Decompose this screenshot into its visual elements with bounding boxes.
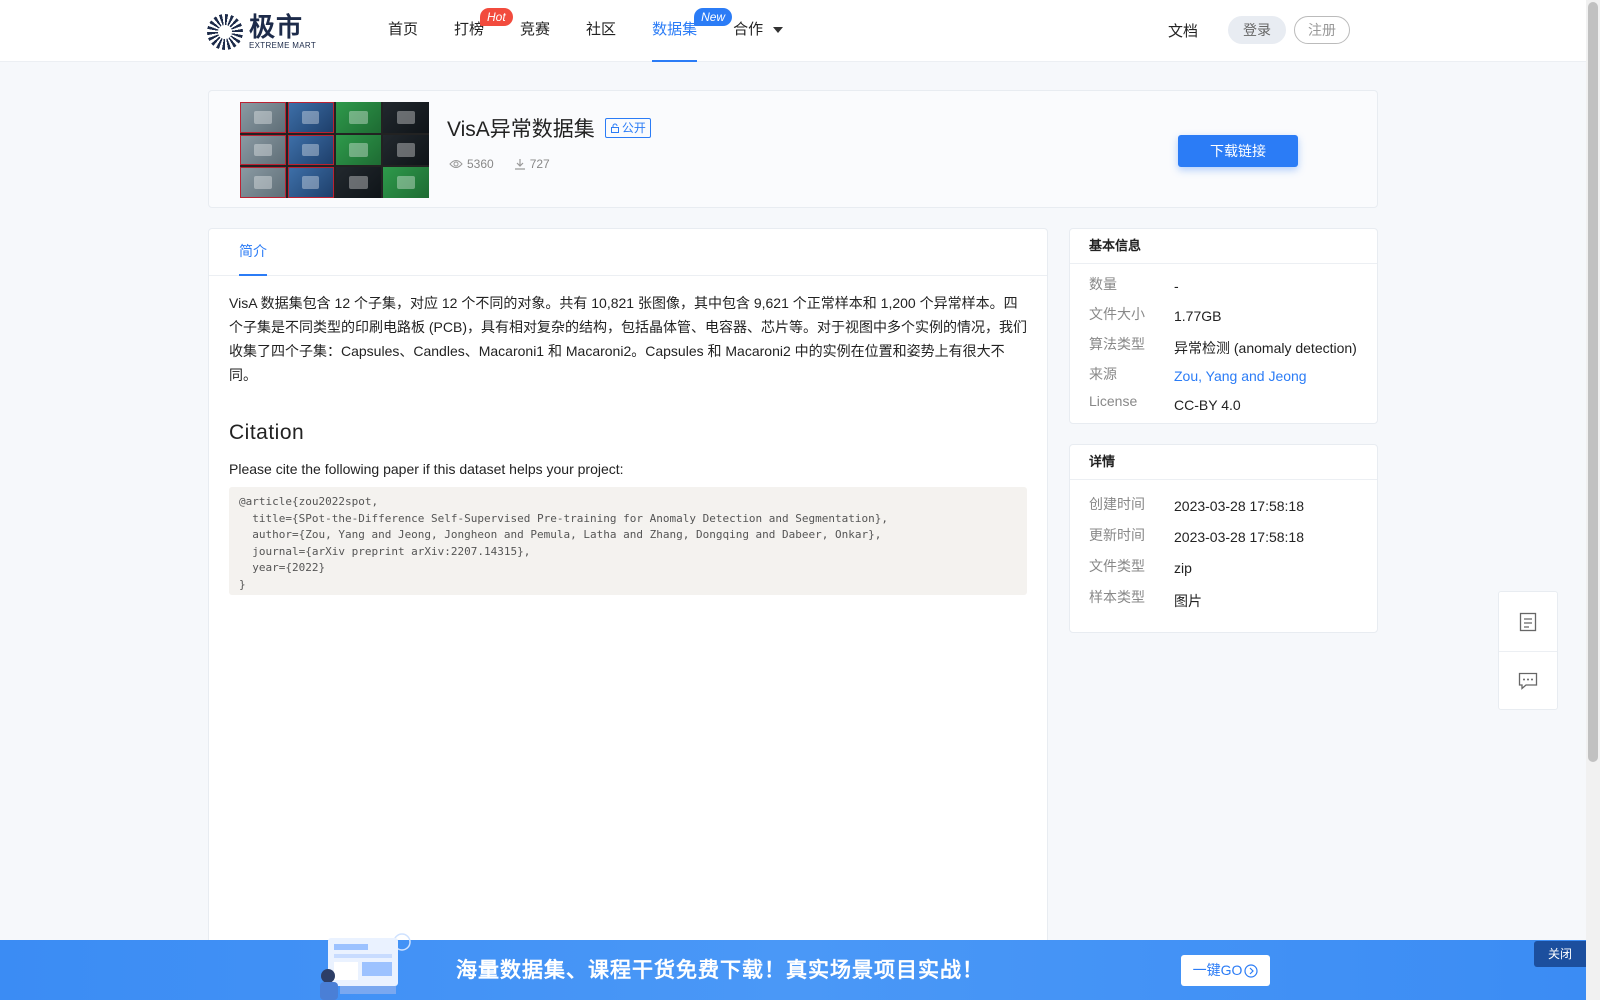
download-count: 727 <box>514 157 550 171</box>
arrow-circle-icon <box>1244 963 1258 978</box>
logo-mark-icon <box>207 14 243 50</box>
nav-item-community[interactable]: 社区 <box>568 0 634 62</box>
main-nav: 首页 打榜 Hot 竞赛 社区 数据集 New 合作 <box>370 0 801 62</box>
lock-icon <box>610 123 619 133</box>
basic-info-heading: 基本信息 <box>1070 229 1377 264</box>
dataset-cover-image <box>240 102 429 198</box>
info-row-license: License CC-BY 4.0 <box>1089 393 1241 413</box>
nav-item-home[interactable]: 首页 <box>370 0 436 62</box>
main-content-card: 简介 VisA 数据集包含 12 个子集，对应 12 个不同的对象。共有 10,… <box>208 228 1048 1000</box>
nav-item-competition[interactable]: 竞赛 <box>502 0 568 62</box>
info-row-source: 来源 Zou, Yang and Jeong <box>1089 366 1307 384</box>
detail-row-updated: 更新时间 2023-03-28 17:58:18 <box>1089 527 1304 545</box>
nav-item-leaderboard[interactable]: 打榜 Hot <box>436 0 513 62</box>
detail-row-sample-type: 样本类型 图片 <box>1089 589 1202 609</box>
citation-description: Please cite the following paper if this … <box>229 461 624 477</box>
register-button[interactable]: 注册 <box>1294 16 1350 44</box>
dataset-hero-card: VisA异常数据集 公开 5360 727 下载链接 <box>208 90 1378 208</box>
basic-info-card: 基本信息 数量 - 文件大小 1.77GB 算法类型 异常检测 (anomaly… <box>1069 228 1378 424</box>
login-button[interactable]: 登录 <box>1228 16 1286 44</box>
scrollbar-thumb[interactable] <box>1588 2 1598 762</box>
visibility-tag: 公开 <box>604 118 651 138</box>
logo-text-cn: 极市 <box>249 12 304 42</box>
source-link[interactable]: Zou, Yang and Jeong <box>1174 368 1307 384</box>
docs-link[interactable]: 文档 <box>1168 20 1198 41</box>
info-row-file-size: 文件大小 1.77GB <box>1089 306 1222 324</box>
detail-row-file-type: 文件类型 zip <box>1089 558 1192 576</box>
dataset-title: VisA异常数据集 <box>447 118 595 141</box>
eye-icon <box>449 160 463 168</box>
download-link-button[interactable]: 下载链接 <box>1178 135 1298 167</box>
info-row-algorithm-type: 算法类型 异常检测 (anomaly detection) <box>1089 336 1357 356</box>
content-tabs: 简介 <box>209 229 1047 276</box>
document-icon <box>1519 612 1537 631</box>
feedback-tool-button[interactable] <box>1499 651 1557 710</box>
download-icon <box>514 159 525 170</box>
tab-intro[interactable]: 简介 <box>239 229 267 276</box>
banner-close-button[interactable]: 关闭 <box>1534 941 1586 967</box>
document-tool-button[interactable] <box>1499 592 1557 651</box>
promo-go-button[interactable]: 一键GO <box>1181 955 1270 986</box>
dataset-description: VisA 数据集包含 12 个子集，对应 12 个不同的对象。共有 10,821… <box>229 295 1027 383</box>
promo-banner: 海量数据集、课程干货免费下载！真实场景项目实战！ 一键GO <box>0 933 1586 1000</box>
nav-item-cooperation[interactable]: 合作 <box>715 0 801 62</box>
caret-down-icon <box>773 27 784 34</box>
citation-heading: Citation <box>229 421 305 444</box>
site-logo[interactable]: 极市 EXTREME MART <box>207 12 317 52</box>
logo-text-en: EXTREME MART <box>249 41 317 50</box>
promo-illustration-icon <box>320 933 411 1000</box>
detail-row-created: 创建时间 2023-03-28 17:58:18 <box>1089 496 1304 514</box>
promo-text: 海量数据集、课程干货免费下载！真实场景项目实战！ <box>456 957 984 982</box>
top-header: 极市 EXTREME MART 首页 打榜 Hot 竞赛 社区 数据集 New … <box>0 0 1586 62</box>
chat-icon <box>1518 672 1538 690</box>
bibtex-code-block: @article{zou2022spot, title={SPot-the-Di… <box>229 487 1027 595</box>
details-card: 详情 创建时间 2023-03-28 17:58:18 更新时间 2023-03… <box>1069 444 1378 633</box>
nav-item-datasets[interactable]: 数据集 New <box>634 0 733 62</box>
floating-toolbar <box>1498 591 1558 710</box>
info-row-count: 数量 - <box>1089 276 1179 294</box>
page-scrollbar[interactable] <box>1586 0 1600 1000</box>
view-count: 5360 <box>449 157 494 171</box>
details-heading: 详情 <box>1070 445 1377 480</box>
